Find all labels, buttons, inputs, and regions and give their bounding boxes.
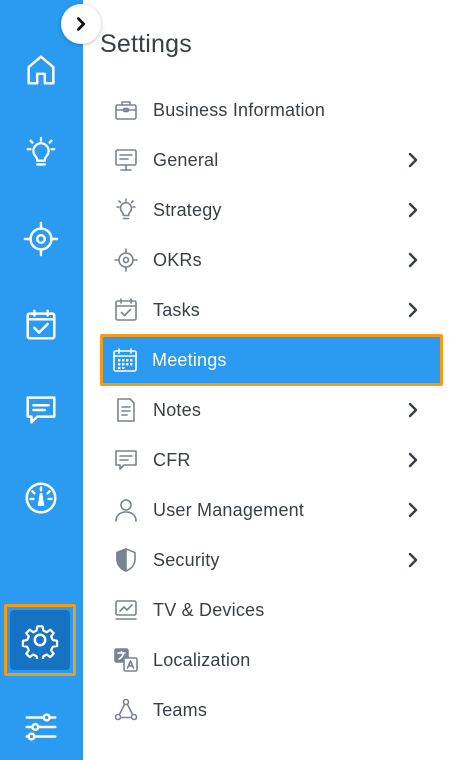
menu-item-tv-devices[interactable]: TV & Devices (100, 585, 445, 635)
document-icon (117, 398, 135, 422)
target-icon (114, 248, 138, 272)
menu-item-cfr[interactable]: CFR (100, 435, 445, 485)
chevron-right-icon (408, 452, 418, 468)
chevron-right-icon (408, 302, 418, 318)
menu-item-label: Strategy (153, 199, 222, 220)
nav-home[interactable] (6, 37, 76, 103)
lightbulb-icon (26, 136, 56, 166)
chat-icon (26, 396, 56, 424)
menu-item-label: Teams (153, 699, 208, 720)
menu-item-user-management[interactable]: User Management (100, 485, 445, 535)
nav-cfr[interactable] (6, 377, 76, 443)
menu-item-label: Security (153, 549, 220, 570)
chevron-right-icon (408, 152, 418, 168)
chat-icon (115, 450, 137, 470)
menu-item-tasks[interactable]: Tasks (100, 285, 445, 335)
calendar-check-icon (26, 309, 56, 340)
menu-item-label: CFR (153, 449, 191, 470)
menu-item-notes[interactable]: Notes (100, 385, 445, 435)
menu-item-security[interactable]: Security (100, 535, 445, 585)
briefcase-icon (115, 101, 137, 120)
menu-item-label: OKRs (153, 249, 202, 270)
menu-item-strategy[interactable]: Strategy (100, 185, 445, 235)
translate-icon (114, 648, 138, 672)
user-icon (115, 499, 137, 522)
menu-item-label: Notes (153, 399, 202, 420)
menu-item-general[interactable]: General (100, 135, 445, 185)
menu-item-label: User Management (153, 499, 305, 520)
chevron-right-icon (408, 402, 418, 418)
menu-item-label: Localization (153, 649, 251, 670)
chevron-right-icon (408, 252, 418, 268)
sliders-icon (25, 713, 57, 741)
menu-item-localization[interactable]: Localization (100, 635, 445, 685)
menu-item-label: TV & Devices (153, 599, 265, 620)
gauge-icon (25, 482, 57, 514)
calendar-check-icon (115, 298, 137, 321)
team-icon (114, 698, 138, 721)
nav-tasks[interactable] (6, 292, 76, 358)
menu-item-label: Business Information (153, 99, 326, 120)
nav-settings[interactable] (4, 604, 76, 676)
sidebar-rail (0, 0, 83, 760)
nav-dashboard[interactable] (6, 465, 76, 531)
home-icon (27, 55, 55, 85)
chevron-right-icon (408, 552, 418, 568)
chevron-right-icon (408, 202, 418, 218)
chevron-right-icon (408, 502, 418, 518)
menu-item-label: Meetings (152, 349, 227, 370)
settings-menu: Business Information General Strategy OK… (100, 85, 445, 735)
chevron-right-icon (76, 17, 86, 31)
target-icon (23, 221, 59, 257)
menu-item-meetings[interactable]: Meetings (100, 334, 443, 386)
nav-settings-inner (10, 610, 70, 670)
nav-okrs[interactable] (6, 206, 76, 272)
calendar-grid-icon (113, 348, 137, 372)
gear-icon (21, 625, 59, 659)
presentation-icon (115, 149, 137, 171)
menu-item-okrs[interactable]: OKRs (100, 235, 445, 285)
menu-item-business-information[interactable]: Business Information (100, 85, 445, 135)
monitor-icon (115, 600, 137, 620)
nav-strategy[interactable] (6, 121, 76, 187)
menu-item-teams[interactable]: Teams (100, 685, 445, 735)
shield-icon (116, 548, 136, 572)
nav-preferences[interactable] (6, 694, 76, 760)
page-title: Settings (100, 30, 192, 58)
lightbulb-icon (116, 198, 136, 220)
menu-item-label: General (153, 149, 219, 170)
expand-sidebar-button[interactable] (61, 4, 101, 44)
menu-item-label: Tasks (153, 299, 201, 320)
